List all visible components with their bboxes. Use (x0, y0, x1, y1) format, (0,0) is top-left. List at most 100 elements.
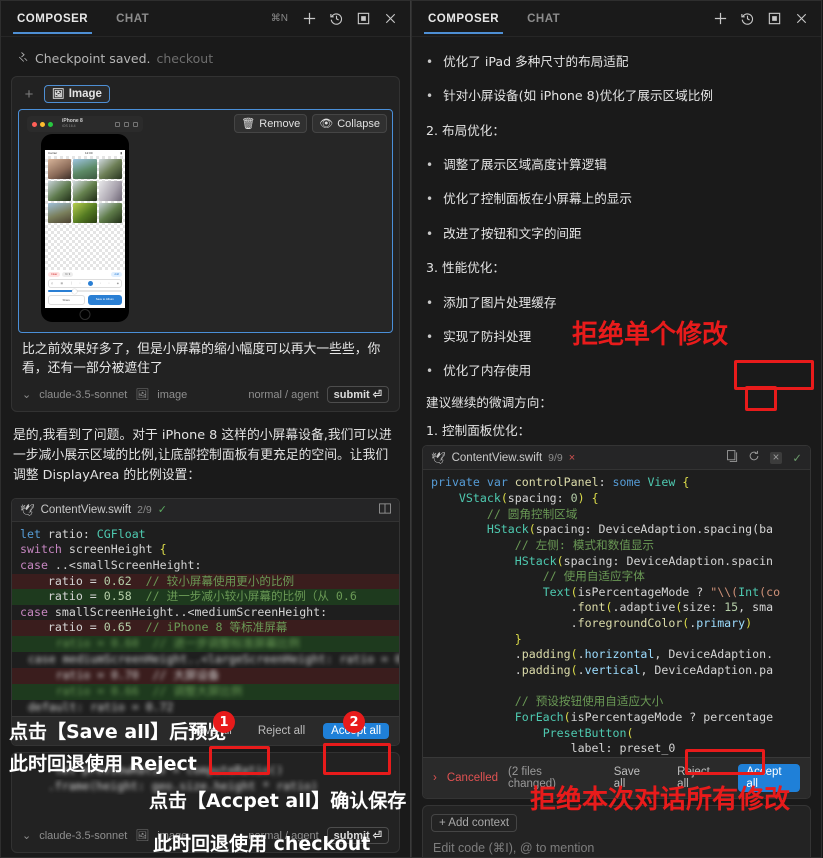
image-chip-label: Image (68, 88, 102, 100)
left-composer-panel: COMPOSER CHAT ⌘N Checkpoint saved. check… (0, 0, 411, 858)
right-code-content: private var controlPanel: some View { VS… (423, 470, 810, 757)
photo-thumb (73, 203, 97, 223)
tab-chat[interactable]: CHAT (523, 4, 564, 33)
right-code-header-icons: × ✓ (726, 450, 802, 465)
swift-file-icon: 🕊 (20, 504, 35, 517)
summary-bullets: • 优化了 iPad 多种尺寸的布局适配 • 针对小屏设备(如 iPhone 8)优… (412, 37, 821, 443)
phone-pill-row: Clear 9 / 9 Add (48, 272, 122, 277)
checkpoint-link[interactable]: checkout (156, 51, 213, 66)
right-code-counter: 9/9 (548, 451, 563, 464)
code-line: let ratio: CGFloat (20, 526, 146, 541)
share-button[interactable]: Share (48, 295, 85, 305)
window-min-dot (40, 121, 45, 127)
tab-chat-label: CHAT (116, 13, 150, 25)
code-line: VStack(spacing: 0) { (458, 490, 599, 505)
code-line: } (514, 631, 522, 646)
split-editor-icon[interactable] (379, 503, 391, 517)
remove-label: Remove (259, 117, 301, 130)
left-code-counter: 2/9 (137, 503, 152, 516)
right-code-filename[interactable]: ContentView.swift (452, 452, 543, 464)
list-item-label: 优化了 iPad 多种尺寸的布局适配 (443, 54, 629, 69)
plus-icon[interactable] (302, 11, 317, 26)
right-composer-panel: COMPOSER CHAT • 优化了 iPad 多种尺寸的布局适配 • 针对小屏设… (411, 0, 822, 858)
model-label[interactable]: claude-3.5-sonnet (39, 389, 127, 401)
swift-file-icon: 🕊 (431, 452, 446, 465)
list-item: • 调整了展示区域高度计算逻辑 (426, 148, 807, 182)
history-icon[interactable] (740, 11, 755, 26)
chat-input-placeholder[interactable]: Edit code (⌘I), @ to mention (431, 832, 802, 857)
expand-chevron-icon[interactable]: › (433, 772, 437, 784)
list-item-label: 添加了图片处理缓存 (443, 294, 557, 310)
slider-knob[interactable] (72, 288, 78, 294)
maximize-icon[interactable] (356, 11, 371, 26)
right-tab-icons (713, 11, 809, 26)
tab-chat[interactable]: CHAT (112, 4, 153, 33)
close-icon[interactable] (794, 11, 809, 26)
eye-off-icon: 👁 (319, 118, 334, 130)
add-context-button[interactable]: + Add context (431, 813, 518, 832)
composer-meta-row: ⌄ claude-3.5-sonnet 🖼 image normal / age… (18, 384, 393, 405)
history-icon[interactable] (329, 11, 344, 26)
status-time: 12:00 (85, 151, 93, 155)
save-to-album-button[interactable]: Save to Album (87, 295, 122, 305)
check-icon[interactable]: ✓ (158, 503, 167, 516)
image-chip[interactable]: 🖼 Image (44, 85, 110, 103)
seg-item: ▦ (60, 282, 64, 285)
check-icon[interactable]: ✓ (792, 451, 802, 465)
phone-home-button (79, 309, 91, 320)
close-icon[interactable] (383, 11, 398, 26)
code-line: .padding(.horizontal, DeviceAdaption. (431, 647, 774, 662)
chevron-down-icon[interactable]: ⌄ (22, 388, 31, 401)
reject-all-button[interactable]: Reject all (250, 723, 313, 739)
bullet-dot: • (426, 89, 434, 104)
annotation-badge-1: 1 (213, 711, 235, 733)
tab-composer[interactable]: COMPOSER (424, 4, 504, 34)
left-tab-bar: COMPOSER CHAT ⌘N (1, 1, 410, 37)
list-item: • 优化了内存使用 (426, 354, 807, 388)
phone-segment-row[interactable]: ◴ ▦ │ ▫ ▫ ▫ ◉ (48, 279, 122, 288)
tab-composer[interactable]: COMPOSER (13, 4, 93, 34)
left-code-content: let ratio: CGFloat switch screenHeight {c… (12, 522, 399, 716)
photo-thumb (48, 159, 72, 179)
clear-button[interactable]: Clear (48, 272, 61, 277)
seg-item: ▫ (79, 282, 81, 285)
chevron-down-icon[interactable]: ⌄ (22, 829, 31, 842)
phone-button-row: Share Save to Album (48, 295, 122, 305)
app-root: COMPOSER CHAT ⌘N Checkpoint saved. check… (0, 0, 823, 858)
code-line-blurred: ratio = 0.70 // 大屏设备 (12, 668, 399, 685)
status-carrier: Carrier (48, 151, 58, 155)
collapse-label: Collapse (337, 117, 380, 130)
photo-grid (45, 156, 125, 270)
bottom-model-label[interactable]: claude-3.5-sonnet (39, 830, 127, 842)
chips-row: + 🖼 Image (18, 83, 393, 109)
copy-icon[interactable] (726, 450, 738, 465)
list-heading: •1. 控制面板优化： (426, 417, 807, 443)
plus-icon[interactable] (713, 11, 728, 26)
list-heading-label: 建议继续的微调方向： (426, 394, 552, 410)
iphone-mockup: Carrier 12:00 ▮ Clear 9 / 9 Add ◴ ▦ │ ▫ … (41, 134, 129, 322)
simulator-window-chrome: iPhone 8 iOS 16.4 (27, 116, 143, 132)
code-line-added: ratio = 0.58 // 进一步减小较小屏幕的比例（从 0.6 (12, 589, 399, 605)
left-code-filename[interactable]: ContentView.swift (41, 504, 132, 516)
close-file-icon[interactable]: × (569, 452, 575, 464)
status-badge: Cancelled (446, 771, 498, 784)
phone-slider[interactable] (48, 288, 122, 294)
refresh-icon[interactable] (748, 450, 760, 465)
submit-button[interactable]: submit ⏎ (326, 386, 389, 404)
list-heading: •2. 布局优化： (426, 114, 807, 148)
collapse-image-button[interactable]: 👁 Collapse (312, 114, 387, 133)
screenshot-icon (124, 121, 129, 127)
add-photo-button[interactable]: Add (111, 272, 122, 277)
add-attachment-button[interactable]: + (20, 86, 38, 103)
new-shortcut-label: ⌘N (270, 13, 288, 24)
mode-label[interactable]: normal / agent (248, 389, 318, 401)
x-icon[interactable]: × (769, 451, 783, 464)
maximize-icon[interactable] (767, 11, 782, 26)
window-max-dot (48, 121, 53, 127)
remove-image-button[interactable]: 🗑 Remove (234, 114, 308, 133)
list-heading-label: 3. 性能优化： (426, 260, 505, 276)
list-heading: •3. 性能优化： (426, 251, 807, 285)
list-item: • 优化了 iPad 多种尺寸的布局适配 (426, 45, 807, 79)
annotation-save-all-preview: 点击【Save all】后预览 (9, 721, 227, 743)
